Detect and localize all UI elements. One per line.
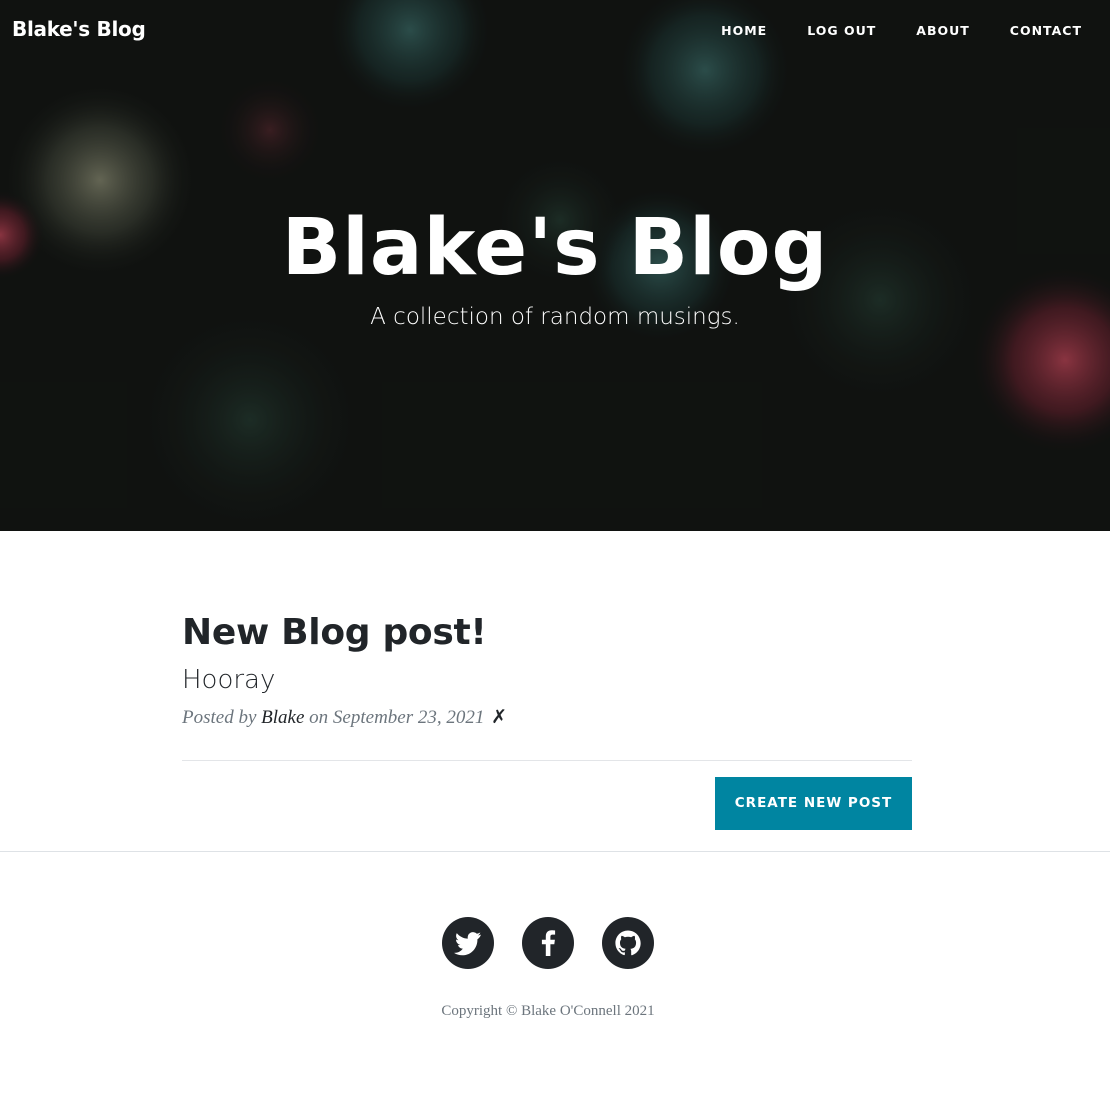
github-link[interactable] — [602, 917, 654, 969]
site-title: Blake's Blog — [281, 203, 829, 293]
delete-post-icon[interactable]: ✗ — [491, 707, 507, 728]
site-heading: Blake's Blog A collection of random musi… — [0, 198, 1110, 330]
post-title: New Blog post! — [182, 612, 487, 653]
main-navbar: Blake's Blog HOME LOG OUT ABOUT CONTACT — [0, 0, 1110, 64]
facebook-icon — [541, 930, 556, 956]
post-meta-date: on September 23, 2021 — [309, 707, 485, 728]
twitter-link[interactable] — [442, 917, 494, 969]
nav-item-about: ABOUT — [876, 23, 970, 38]
social-links — [0, 917, 1110, 969]
copyright-text: Copyright © Blake O'Connell 2021 — [441, 1003, 655, 1019]
post-divider — [182, 760, 912, 761]
navbar-brand[interactable]: Blake's Blog — [12, 17, 146, 41]
nav-item-home: HOME — [681, 23, 767, 38]
nav-item-logout: LOG OUT — [767, 23, 876, 38]
post-meta: Posted by Blake on September 23, 2021 ✗ — [182, 706, 912, 729]
post-author-link[interactable]: Blake — [261, 707, 304, 728]
create-new-post-button[interactable]: CREATE NEW POST — [715, 777, 912, 830]
site-subtitle: A collection of random musings. — [370, 304, 740, 330]
nav-link-logout[interactable]: LOG OUT — [767, 23, 876, 38]
nav-links: HOME LOG OUT ABOUT CONTACT — [681, 23, 1082, 38]
nav-link-contact[interactable]: CONTACT — [970, 23, 1082, 38]
post-meta-prefix: Posted by — [182, 707, 257, 728]
nav-link-about[interactable]: ABOUT — [876, 23, 970, 38]
twitter-icon — [454, 932, 481, 956]
actions-row: CREATE NEW POST — [182, 777, 912, 830]
post-link[interactable]: New Blog post! Hooray — [182, 611, 912, 698]
nav-item-contact: CONTACT — [970, 23, 1082, 38]
masthead: Blake's Blog HOME LOG OUT ABOUT CONTACT … — [0, 0, 1110, 531]
post-preview: New Blog post! Hooray Posted by Blake on… — [182, 531, 912, 729]
main-content: New Blog post! Hooray Posted by Blake on… — [182, 531, 912, 830]
nav-link-home[interactable]: HOME — [681, 23, 767, 38]
github-icon — [615, 930, 641, 956]
post-subtitle: Hooray — [182, 665, 276, 695]
facebook-link[interactable] — [522, 917, 574, 969]
footer-divider — [0, 851, 1110, 852]
